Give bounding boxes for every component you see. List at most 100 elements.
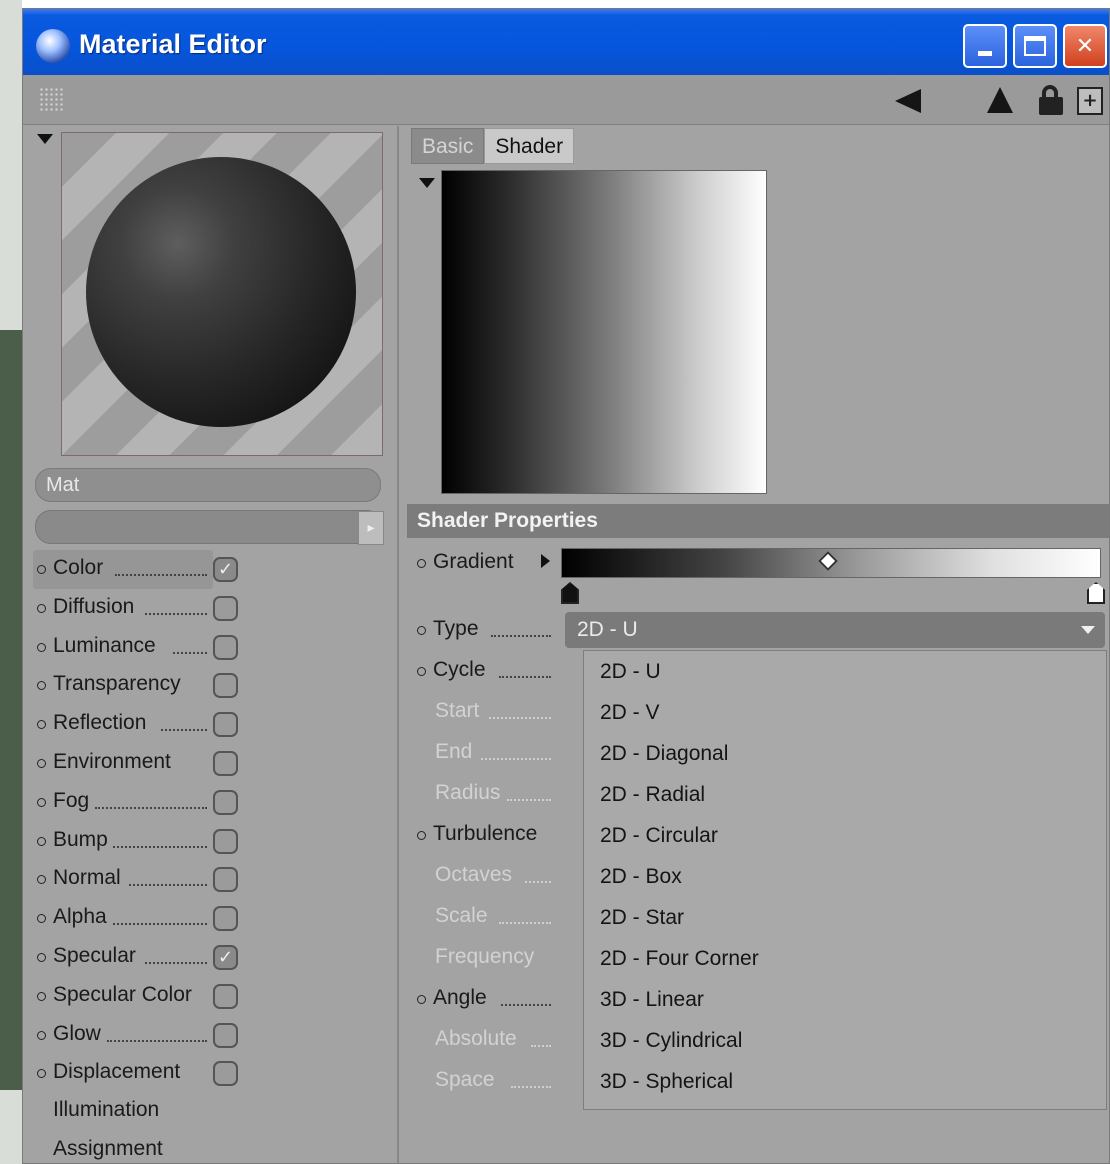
maximize-icon (1024, 36, 1046, 56)
animation-bullet-icon[interactable] (37, 914, 46, 924)
channel-checkbox-checked[interactable]: ✓ (213, 557, 238, 582)
dropdown-option-2d-u[interactable]: 2D - U (584, 651, 1106, 692)
slider-arrow-button[interactable]: ▸ (358, 511, 384, 545)
channel-luminance[interactable]: Luminance (33, 628, 393, 667)
gradient-knot-black[interactable] (561, 582, 579, 604)
channel-fog[interactable]: Fog (33, 783, 393, 822)
leader-dots (161, 729, 207, 732)
leader-dots (173, 651, 207, 654)
animation-bullet-icon[interactable] (417, 831, 426, 840)
animation-bullet-icon[interactable] (37, 836, 46, 846)
dropdown-option-2d-four-corner[interactable]: 2D - Four Corner (584, 938, 1106, 979)
channel-label: Alpha (53, 905, 107, 929)
leader-dots (113, 845, 207, 848)
channel-checkbox[interactable] (213, 828, 238, 854)
channel-label: Color (53, 556, 104, 579)
lock-icon[interactable] (1039, 85, 1063, 115)
grip-icon[interactable] (39, 87, 63, 113)
dropdown-option-2d-circular[interactable]: 2D - Circular (584, 815, 1106, 856)
animation-bullet-icon[interactable] (37, 758, 46, 768)
channel-label: Transparency (53, 672, 181, 696)
chevron-down-icon (1081, 626, 1095, 634)
dropdown-option-3d-cylindrical[interactable]: 3D - Cylindrical (584, 1020, 1106, 1061)
shader-preview-menu-arrow-icon[interactable] (419, 178, 435, 188)
channel-diffusion[interactable]: Diffusion (33, 589, 393, 628)
prop-label: End (435, 740, 473, 763)
tab-shader[interactable]: Shader (484, 128, 575, 164)
channel-specular-color[interactable]: Specular Color (33, 977, 393, 1016)
animation-bullet-icon[interactable] (37, 875, 46, 885)
minimize-button[interactable] (963, 24, 1007, 68)
channel-label: Displacement (53, 1060, 181, 1084)
channel-specular[interactable]: Specular ✓ (33, 938, 393, 977)
animation-bullet-icon[interactable] (37, 991, 46, 1001)
channel-checkbox[interactable] (213, 595, 238, 621)
leader-dots (511, 1086, 551, 1088)
channel-normal[interactable]: Normal (33, 860, 393, 899)
close-button[interactable]: ✕ (1063, 24, 1107, 68)
dropdown-option-2d-radial[interactable]: 2D - Radial (584, 774, 1106, 815)
channel-bump[interactable]: Bump (33, 822, 393, 861)
channel-environment[interactable]: Environment (33, 744, 393, 783)
channel-transparency[interactable]: Transparency (33, 666, 393, 705)
channel-checkbox[interactable] (213, 712, 238, 738)
gradient-knot-track[interactable] (561, 578, 1105, 604)
preview-slider[interactable]: ▸ (35, 510, 384, 545)
channel-alpha[interactable]: Alpha (33, 899, 393, 938)
material-preview[interactable] (61, 132, 383, 456)
dropdown-option-3d-spherical[interactable]: 3D - Spherical (584, 1061, 1106, 1102)
arrow-up-icon[interactable] (987, 87, 1013, 113)
animation-bullet-icon[interactable] (37, 642, 46, 652)
dropdown-option-2d-diagonal[interactable]: 2D - Diagonal (584, 733, 1106, 774)
arrow-left-icon[interactable] (895, 89, 921, 113)
shader-preview (441, 170, 767, 494)
maximize-button[interactable] (1013, 24, 1057, 68)
animation-bullet-icon[interactable] (37, 603, 46, 613)
animation-bullet-icon[interactable] (37, 797, 46, 807)
assignment-label[interactable]: Assignment (53, 1137, 163, 1161)
channel-label: Reflection (53, 711, 147, 735)
channel-checkbox[interactable] (213, 789, 238, 815)
background-strip-dark (0, 330, 22, 1090)
animation-bullet-icon[interactable] (37, 1030, 46, 1040)
channel-reflection[interactable]: Reflection (33, 705, 393, 744)
animation-bullet-icon[interactable] (37, 681, 46, 691)
channel-checkbox[interactable] (213, 634, 238, 660)
channel-glow[interactable]: Glow (33, 1016, 393, 1055)
channel-checkbox[interactable] (213, 1022, 238, 1048)
type-dropdown[interactable]: 2D - U (565, 612, 1105, 648)
channel-checkbox[interactable] (213, 750, 238, 776)
channel-checkbox[interactable] (213, 673, 238, 699)
gradient-knot-white[interactable] (1087, 582, 1105, 604)
dropdown-option-3d-linear[interactable]: 3D - Linear (584, 979, 1106, 1020)
animation-bullet-icon[interactable] (37, 952, 46, 962)
material-name-field[interactable]: Mat (35, 468, 381, 502)
animation-bullet-icon[interactable] (37, 565, 46, 574)
preview-menu-arrow-icon[interactable] (37, 134, 53, 144)
leader-dots (491, 635, 551, 637)
dropdown-option-2d-star[interactable]: 2D - Star (584, 897, 1106, 938)
dropdown-option-2d-v[interactable]: 2D - V (584, 692, 1106, 733)
animation-bullet-icon[interactable] (417, 667, 426, 676)
new-window-icon[interactable]: + (1077, 87, 1103, 115)
animation-bullet-icon[interactable] (417, 995, 426, 1004)
animation-bullet-icon[interactable] (417, 626, 426, 635)
dropdown-option-2d-box[interactable]: 2D - Box (584, 856, 1106, 897)
leader-dots (525, 881, 551, 883)
animation-bullet-icon[interactable] (37, 1069, 46, 1079)
tab-basic[interactable]: Basic (411, 128, 485, 164)
animation-bullet-icon[interactable] (417, 559, 426, 568)
channel-checkbox[interactable] (213, 983, 238, 1009)
channel-checkbox[interactable] (213, 906, 238, 932)
animation-bullet-icon[interactable] (37, 720, 46, 730)
title-bar[interactable]: Material Editor ✕ (23, 9, 1109, 75)
prop-label: Angle (433, 986, 487, 1009)
channel-checkbox-checked[interactable]: ✓ (213, 944, 238, 970)
illumination-label[interactable]: Illumination (53, 1098, 159, 1122)
channel-checkbox[interactable] (213, 867, 238, 893)
channel-checkbox[interactable] (213, 1061, 238, 1087)
type-dropdown-list: 2D - U 2D - V 2D - Diagonal 2D - Radial … (583, 650, 1107, 1110)
channel-color[interactable]: Color ✓ (33, 550, 238, 589)
gradient-expand-arrow-icon[interactable] (541, 554, 550, 568)
channel-displacement[interactable]: Displacement (33, 1054, 393, 1093)
